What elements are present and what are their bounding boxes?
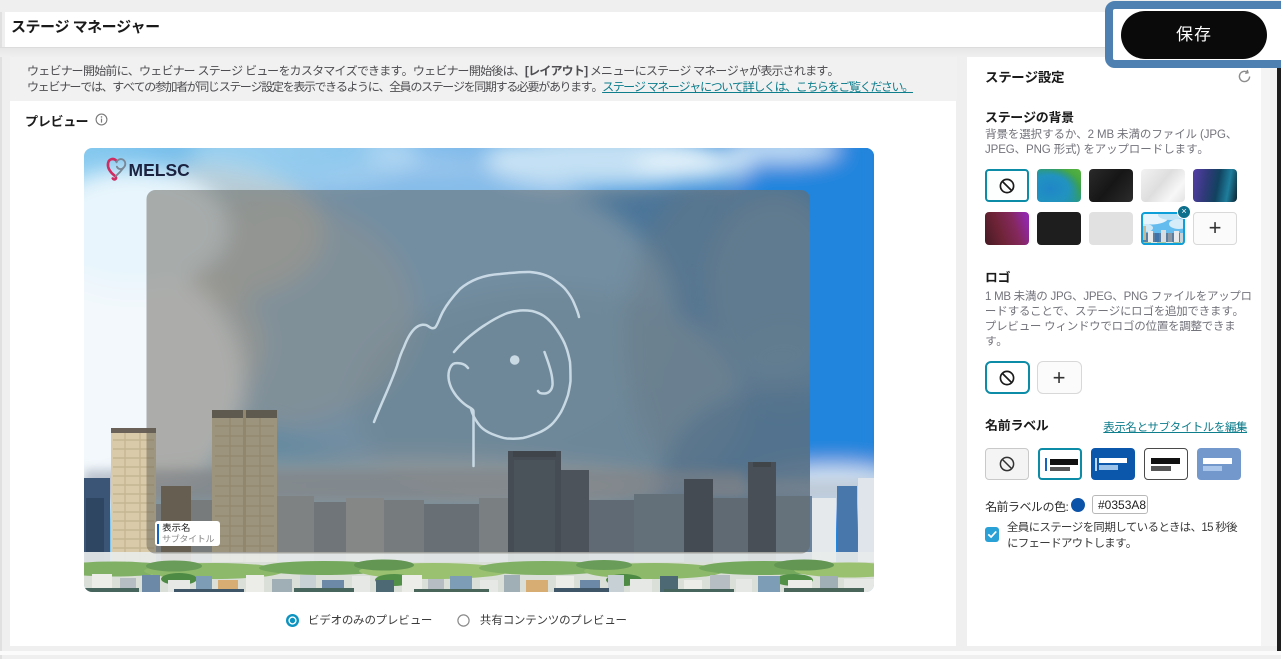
svg-text:MELSC: MELSC [129, 160, 191, 180]
